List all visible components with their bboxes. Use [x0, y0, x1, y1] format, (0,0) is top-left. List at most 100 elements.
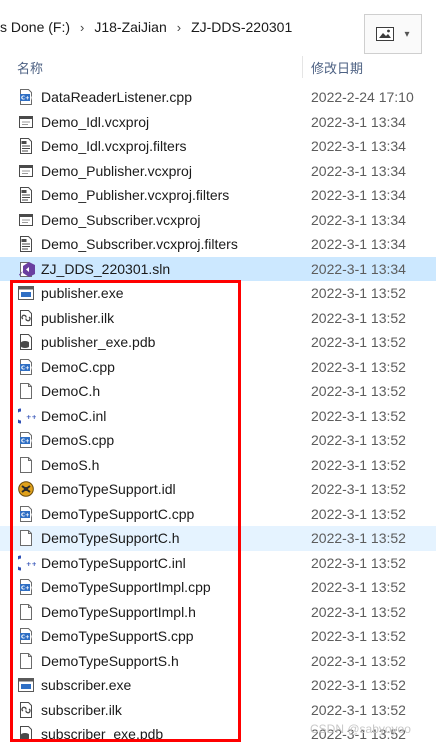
filters-file-icon [18, 236, 36, 252]
file-name: DemoTypeSupportS.h [41, 652, 179, 669]
file-name: DemoTypeSupportC.inl [41, 554, 186, 571]
file-row[interactable]: C++ DemoTypeSupportS.cpp 2022-3-1 13:52 [0, 624, 436, 649]
vcxproj-file-icon [18, 212, 36, 228]
file-row[interactable]: C++ DemoTypeSupportImpl.cpp 2022-3-1 13:52 [0, 575, 436, 600]
file-row[interactable]: publisher.ilk 2022-3-1 13:52 [0, 306, 436, 331]
file-modified-date: 2022-3-1 13:52 [311, 505, 406, 522]
file-name: DemoC.inl [41, 407, 107, 424]
file-modified-date: 2022-3-1 13:52 [311, 652, 406, 669]
svg-text:C++: C++ [21, 586, 34, 592]
file-modified-date: 2022-3-1 13:52 [311, 309, 406, 326]
header-file-icon [18, 603, 36, 620]
vcxproj-file-icon [18, 163, 36, 179]
column-header-name[interactable]: 名称 [17, 58, 43, 77]
cpp-file-icon: C++ [18, 505, 36, 522]
solution-file-icon: ✓ [18, 261, 36, 277]
cpp-file-icon: C++ [18, 628, 36, 644]
file-name: DemoC.h [41, 383, 101, 399]
breadcrumb-separator-icon[interactable]: › [177, 20, 181, 35]
file-name: ZJ_DDS_220301.sln [41, 260, 171, 277]
file-modified-date: 2022-3-1 13:52 [311, 334, 406, 350]
file-name: DemoS.h [41, 456, 100, 473]
file-modified-date: 2022-3-1 13:52 [311, 358, 406, 375]
header-file-icon [18, 383, 36, 399]
ilk-file-icon [18, 701, 36, 718]
pdb-database-icon [18, 334, 36, 350]
svg-text:++: ++ [26, 560, 36, 568]
file-row[interactable]: DemoTypeSupport.idl 2022-3-1 13:52 [0, 477, 436, 502]
breadcrumb-folder-j18[interactable]: J18-ZaiJian [94, 19, 166, 35]
file-row[interactable]: DemoTypeSupportS.h 2022-3-1 13:52 [0, 649, 436, 674]
file-name: publisher_exe.pdb [41, 334, 156, 350]
file-row[interactable]: DemoS.h 2022-3-1 13:52 [0, 453, 436, 478]
file-row[interactable]: Demo_Idl.vcxproj 2022-3-1 13:34 [0, 110, 436, 135]
file-name: Demo_Idl.vcxproj [41, 113, 150, 130]
file-name: publisher.exe [41, 285, 124, 301]
file-modified-date: 2022-3-1 13:52 [311, 530, 406, 546]
file-modified-date: 2022-3-1 13:34 [311, 162, 406, 179]
file-row[interactable]: publisher_exe.pdb 2022-3-1 13:52 [0, 330, 436, 355]
file-row[interactable]: Demo_Idl.vcxproj.filters 2022-3-1 13:34 [0, 134, 436, 159]
file-row[interactable]: subscriber.exe 2022-3-1 13:52 [0, 673, 436, 698]
file-row[interactable]: Demo_Subscriber.vcxproj 2022-3-1 13:34 [0, 208, 436, 233]
breadcrumb-separator-icon[interactable]: › [80, 20, 84, 35]
file-modified-date: 2022-3-1 13:34 [311, 211, 406, 228]
file-row[interactable]: DemoTypeSupportImpl.h 2022-3-1 13:52 [0, 600, 436, 625]
file-name: Demo_Publisher.vcxproj [41, 162, 192, 179]
column-header-date[interactable]: 修改日期 [311, 58, 363, 77]
file-modified-date: 2022-3-1 13:52 [311, 603, 406, 620]
file-row[interactable]: C++ DemoC.cpp 2022-3-1 13:52 [0, 355, 436, 380]
file-row[interactable]: DemoTypeSupportC.h 2022-3-1 13:52 [0, 526, 436, 551]
file-modified-date: 2022-3-1 13:52 [311, 456, 406, 473]
file-name: subscriber.exe [41, 677, 132, 693]
cpp-file-icon: C++ [18, 432, 36, 448]
file-row[interactable]: Demo_Publisher.vcxproj 2022-3-1 13:34 [0, 159, 436, 184]
header-file-icon [18, 652, 36, 669]
file-name: DemoTypeSupportImpl.cpp [41, 579, 211, 595]
cpp-file-icon: C++ [18, 358, 36, 375]
file-row[interactable]: C++ DemoS.cpp 2022-3-1 13:52 [0, 428, 436, 453]
address-bar: s Done (F:) › J18-ZaiJian › ZJ-DDS-22030… [0, 0, 436, 54]
header-file-icon [18, 456, 36, 473]
file-list: C++ DataReaderListener.cpp 2022-2-24 17:10… [0, 85, 436, 747]
file-row[interactable]: subscriber.ilk 2022-3-1 13:52 [0, 698, 436, 723]
breadcrumb-drive[interactable]: s Done (F:) [0, 19, 70, 35]
file-modified-date: 2022-3-1 13:52 [311, 677, 406, 693]
file-row[interactable]: ++ DemoC.inl 2022-3-1 13:52 [0, 404, 436, 429]
filters-file-icon [18, 187, 36, 203]
file-modified-date: 2022-3-1 13:52 [311, 432, 406, 448]
ilk-file-icon [18, 309, 36, 326]
watermark: CSDN @sabyoyoo [310, 722, 411, 736]
file-row[interactable]: Demo_Subscriber.vcxproj.filters 2022-3-1 … [0, 232, 436, 257]
svg-text:C++: C++ [21, 439, 34, 445]
svg-text:✓: ✓ [18, 270, 24, 277]
file-name: DemoTypeSupportC.h [41, 530, 180, 546]
breadcrumb-folder-current[interactable]: ZJ-DDS-220301 [191, 19, 292, 35]
column-divider[interactable] [302, 56, 303, 78]
file-row[interactable]: C++ DataReaderListener.cpp 2022-2-24 17:10 [0, 85, 436, 110]
svg-text:C++: C++ [21, 635, 34, 641]
svg-text:C++: C++ [21, 365, 34, 371]
file-modified-date: 2022-3-1 13:34 [311, 260, 406, 277]
picture-view-icon [376, 27, 395, 41]
clipped-row-remnant [60, 76, 130, 80]
file-row[interactable]: DemoC.h 2022-3-1 13:52 [0, 379, 436, 404]
file-row[interactable]: ✓ ZJ_DDS_220301.sln 2022-3-1 13:34 [0, 256, 436, 281]
file-modified-date: 2022-2-24 17:10 [311, 89, 414, 105]
view-options-button[interactable]: ▾ [364, 14, 422, 54]
file-row[interactable]: C++ DemoTypeSupportC.cpp 2022-3-1 13:52 [0, 502, 436, 527]
file-name: Demo_Publisher.vcxproj.filters [41, 187, 230, 203]
filters-file-icon [18, 138, 36, 154]
file-row[interactable]: ++ DemoTypeSupportC.inl 2022-3-1 13:52 [0, 551, 436, 576]
file-row[interactable]: publisher.exe 2022-3-1 13:52 [0, 281, 436, 306]
file-modified-date: 2022-3-1 13:52 [311, 285, 406, 301]
file-modified-date: 2022-3-1 13:52 [311, 383, 406, 399]
file-name: DemoTypeSupport.idl [41, 481, 176, 497]
file-name: Demo_Subscriber.vcxproj.filters [41, 236, 238, 252]
file-modified-date: 2022-3-1 13:52 [311, 554, 406, 571]
file-modified-date: 2022-3-1 13:34 [311, 138, 406, 154]
executable-icon [18, 285, 36, 301]
file-row[interactable]: Demo_Publisher.vcxproj.filters 2022-3-1 1… [0, 183, 436, 208]
vcxproj-file-icon [18, 114, 36, 130]
file-name: DemoS.cpp [41, 432, 115, 448]
